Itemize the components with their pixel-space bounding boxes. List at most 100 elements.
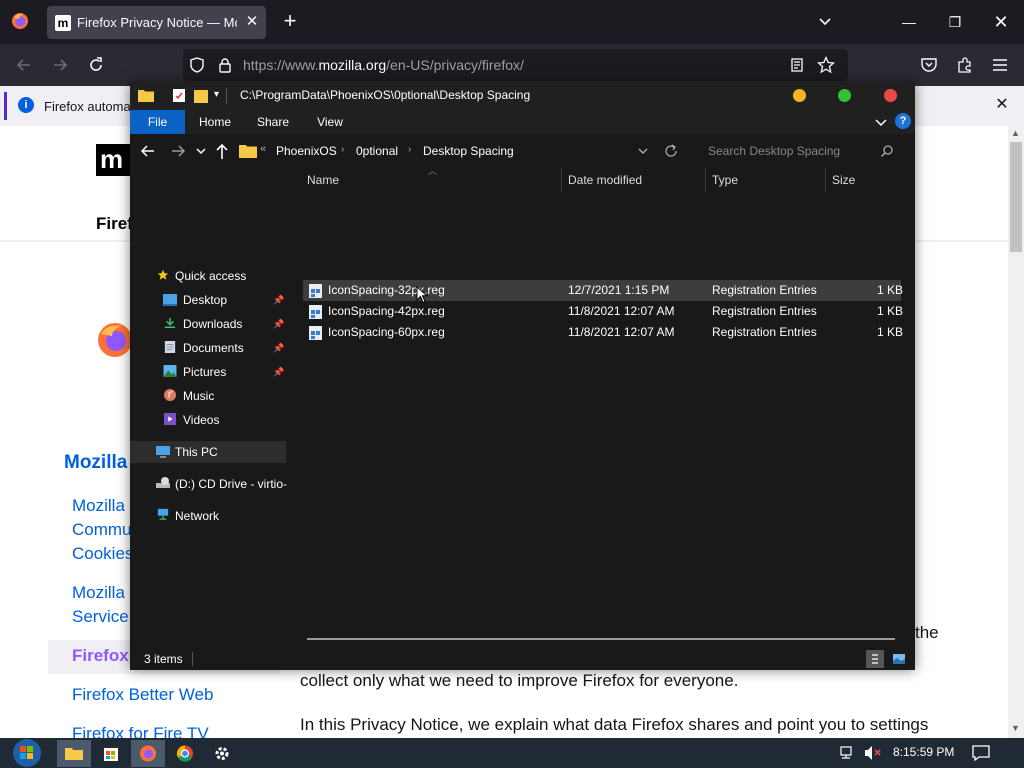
taskbar-store-icon[interactable]: [94, 740, 128, 767]
browser-tab-active[interactable]: m Firefox Privacy Notice — Mozill ✕: [47, 6, 266, 39]
window-minimize-icon[interactable]: —: [886, 6, 932, 38]
app-menu-icon[interactable]: [992, 56, 1008, 74]
scroll-up-icon[interactable]: ▲: [1011, 128, 1020, 138]
breadcrumb-phoenixos[interactable]: PhoenixOS: [276, 144, 337, 158]
firefox-logo-icon[interactable]: [11, 12, 29, 30]
url-text[interactable]: https://www.mozilla.org/en-US/privacy/fi…: [243, 57, 524, 73]
explorer-back-icon[interactable]: [140, 143, 156, 159]
taskbar-file-explorer-icon[interactable]: [57, 740, 91, 767]
sidebar-link-community[interactable]: Commu: [72, 520, 132, 540]
file-row[interactable]: IconSpacing-32px.reg 12/7/2021 1:15 PM R…: [303, 280, 903, 301]
explorer-forward-icon[interactable]: [170, 143, 186, 159]
nav-videos[interactable]: Videos: [130, 409, 288, 431]
breadcrumb-overflow-icon[interactable]: «: [260, 143, 266, 155]
bookmark-star-icon[interactable]: [817, 56, 835, 74]
url-bar[interactable]: https://www.mozilla.org/en-US/privacy/fi…: [183, 49, 848, 81]
sidebar-link-services[interactable]: Service: [72, 607, 129, 627]
taskbar-settings-icon[interactable]: [205, 740, 239, 767]
back-icon[interactable]: [14, 55, 34, 75]
search-input[interactable]: Search Desktop Spacing: [694, 139, 904, 163]
address-dropdown-icon[interactable]: [637, 145, 649, 157]
maximize-dot-icon[interactable]: [838, 89, 851, 102]
nav-pictures[interactable]: Pictures 📌: [130, 361, 288, 383]
search-icon[interactable]: [880, 144, 894, 158]
large-icons-view-icon[interactable]: [890, 650, 908, 668]
nav-network[interactable]: Network: [130, 505, 288, 527]
file-row[interactable]: IconSpacing-42px.reg 11/8/2021 12:07 AM …: [303, 301, 904, 322]
column-header-date[interactable]: Date modified: [568, 168, 642, 192]
refresh-icon[interactable]: [664, 144, 678, 158]
quick-access-toolbar-dropdown-icon[interactable]: ▾: [214, 89, 219, 100]
ribbon-expand-chevron-icon[interactable]: [874, 115, 888, 129]
minimize-dot-icon[interactable]: [793, 89, 806, 102]
properties-icon[interactable]: [172, 88, 186, 103]
scroll-down-icon[interactable]: ▼: [1011, 723, 1020, 733]
reload-icon[interactable]: [86, 55, 106, 75]
file-size: 1 KB: [877, 304, 904, 318]
taskbar-firefox-icon[interactable]: [131, 740, 165, 767]
page-nav-firefox[interactable]: Firef: [96, 214, 133, 234]
tab-close-icon[interactable]: ✕: [243, 13, 261, 31]
file-list-horizontal-scrollbar[interactable]: [307, 638, 895, 640]
ribbon-tab-view[interactable]: View: [306, 110, 354, 134]
network-tray-icon[interactable]: [840, 746, 858, 760]
extensions-icon[interactable]: [956, 56, 974, 74]
pin-icon: 📌: [273, 319, 285, 329]
new-tab-icon[interactable]: +: [279, 10, 301, 33]
sidebar-link-cookies[interactable]: Cookies: [72, 544, 133, 564]
sidebar-link-current[interactable]: Firefox: [72, 646, 129, 666]
sidebar-link-fire-tv[interactable]: Firefox for Fire TV: [72, 724, 209, 738]
reader-view-icon[interactable]: [789, 57, 805, 73]
breadcrumb-separator-icon[interactable]: ›: [341, 144, 344, 155]
network-icon: [157, 508, 169, 520]
window-restore-icon[interactable]: ❐: [932, 6, 978, 38]
notification-accent-strip: [4, 92, 7, 120]
ribbon-tab-file[interactable]: File: [130, 110, 185, 134]
item-count: 3 items: [144, 652, 183, 666]
breadcrumb-optional[interactable]: 0ptional: [356, 144, 398, 158]
scrollbar-thumb[interactable]: [1010, 142, 1022, 252]
nav-desktop[interactable]: Desktop 📌: [130, 289, 288, 311]
sidebar-link-mozilla[interactable]: Mozilla: [72, 496, 125, 516]
sidebar-link-better-web[interactable]: Firefox Better Web: [72, 685, 213, 705]
desktop-icon: [163, 294, 177, 306]
new-folder-icon[interactable]: [194, 88, 208, 103]
list-all-tabs-icon[interactable]: [815, 12, 835, 32]
nav-quick-access[interactable]: Quick access: [130, 265, 288, 287]
details-view-icon[interactable]: [866, 650, 884, 668]
nav-quick-access-label: Quick access: [175, 269, 247, 283]
ribbon-tab-share[interactable]: Share: [248, 110, 298, 134]
nav-documents[interactable]: Documents 📌: [130, 337, 288, 359]
start-button-icon[interactable]: [8, 738, 46, 768]
pocket-icon[interactable]: [920, 56, 938, 74]
nav-downloads[interactable]: Downloads 📌: [130, 313, 288, 335]
window-close-icon[interactable]: ✕: [978, 6, 1024, 38]
column-header-size[interactable]: Size: [832, 168, 855, 192]
forward-icon[interactable]: [50, 55, 70, 75]
page-scrollbar[interactable]: ▲ ▼: [1008, 126, 1024, 738]
column-header-type[interactable]: Type: [712, 168, 738, 192]
help-icon[interactable]: ?: [895, 113, 911, 129]
nav-cd-drive[interactable]: (D:) CD Drive - virtio-: [130, 473, 288, 495]
taskbar-chrome-icon[interactable]: [168, 740, 202, 767]
close-dot-icon[interactable]: [884, 89, 897, 102]
breadcrumb-separator-icon[interactable]: ›: [408, 144, 411, 155]
ribbon-tab-home[interactable]: Home: [190, 110, 240, 134]
recent-locations-chevron-icon[interactable]: [195, 145, 207, 157]
nav-music[interactable]: Music: [130, 385, 288, 407]
tracking-protection-shield-icon[interactable]: [189, 57, 205, 73]
breadcrumb-desktop-spacing[interactable]: Desktop Spacing: [423, 144, 514, 158]
address-bar[interactable]: « PhoenixOS › 0ptional › Desktop Spacing: [239, 139, 683, 163]
column-header-name[interactable]: Name: [307, 168, 339, 192]
file-row[interactable]: IconSpacing-60px.reg 11/8/2021 12:07 AM …: [303, 322, 903, 343]
sidebar-link-mozilla-services[interactable]: Mozilla: [72, 583, 125, 603]
taskbar-clock[interactable]: 8:15:59 PM: [893, 745, 954, 759]
site-lock-icon[interactable]: [217, 57, 233, 73]
notification-close-icon[interactable]: ✕: [992, 94, 1012, 116]
volume-muted-tray-icon[interactable]: [864, 745, 882, 761]
nav-this-pc[interactable]: This PC: [130, 441, 286, 463]
mozilla-logo[interactable]: m: [96, 144, 130, 176]
action-center-icon[interactable]: [972, 745, 990, 761]
up-folder-icon[interactable]: [214, 142, 230, 160]
address-row: « PhoenixOS › 0ptional › Desktop Spacing…: [130, 134, 915, 168]
